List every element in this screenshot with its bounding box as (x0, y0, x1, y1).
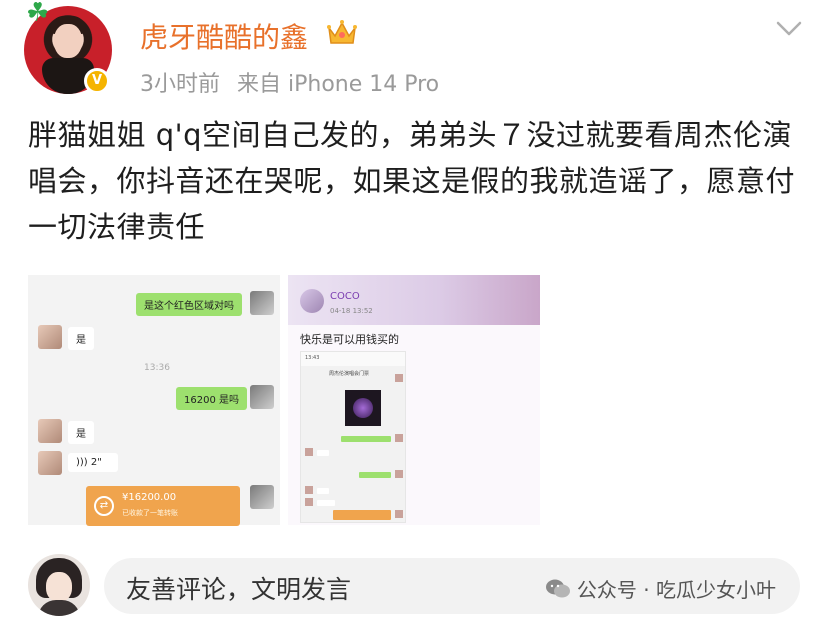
qzone-text: 快乐是可以用钱买的 (300, 333, 399, 346)
chat-avatar-other (38, 451, 62, 475)
wechat-icon (545, 579, 570, 597)
phone-mini-avatar (395, 510, 403, 518)
qzone-name: COCO (330, 291, 360, 302)
comment-placeholder: 友善评论，文明发言 (126, 575, 352, 604)
chat-bubble-received: 是 (68, 421, 94, 444)
watermark-text: 公众号 · 吃瓜少女小叶 (576, 578, 776, 602)
phone-mini-avatar (395, 434, 403, 442)
viewer-avatar-body (38, 600, 80, 616)
username[interactable]: 虎牙酷酷的鑫 (140, 16, 308, 56)
embedded-screenshot: 13:43 周杰伦演唱会门票 (300, 351, 406, 523)
phone-hero-image (345, 390, 381, 426)
avatar-face (54, 24, 82, 58)
qzone-avatar (300, 289, 324, 313)
chat-bubble-sent: 是这个红色区域对吗 (136, 293, 242, 316)
verified-badge-icon: V (84, 68, 110, 94)
comment-input[interactable]: 友善评论，文明发言 公众号 · 吃瓜少女小叶 (104, 558, 800, 614)
chat-bubble-received: 是 (68, 327, 94, 350)
comment-bar: 友善评论，文明发言 公众号 · 吃瓜少女小叶 (0, 548, 828, 621)
phone-mini-avatar (395, 374, 403, 382)
transfer-icon: ⇄ (94, 496, 114, 516)
qzone-date: 04-18 13:52 (330, 307, 373, 315)
phone-msg-received (317, 500, 335, 506)
chat-timestamp: 13:36 (144, 363, 170, 373)
phone-msg-received (317, 488, 329, 494)
post-meta: 3小时前 来自 iPhone 14 Pro (140, 66, 449, 98)
phone-title: 周杰伦演唱会门票 (329, 371, 370, 377)
viewer-avatar-face (46, 572, 72, 602)
phone-status-bar: 13:43 (301, 352, 405, 366)
chevron-down-icon[interactable] (776, 20, 802, 38)
transfer-amount: ¥16200.00 (122, 492, 177, 503)
voice-icon: ))) (76, 457, 91, 468)
phone-mini-avatar (305, 486, 313, 494)
post-time: 3小时前 (140, 72, 220, 97)
post-text: 胖猫姐姐 q'q空间自己发的，弟弟头７没过就要看周杰伦演唱会，你抖音还在哭呢，如… (28, 118, 796, 244)
phone-mini-avatar (305, 448, 313, 456)
phone-msg-sent (341, 436, 391, 442)
watermark: 公众号 · 吃瓜少女小叶 (545, 574, 776, 603)
chat-avatar-self (250, 291, 274, 315)
chat-avatar-other (38, 419, 62, 443)
qzone-header (288, 275, 540, 325)
phone-msg-received (317, 450, 329, 456)
voice-duration: 2" (90, 457, 102, 468)
chat-avatar-other (38, 325, 62, 349)
post-header: ☘ V 虎牙酷酷的鑫 3小时前 来自 iPhone 14 Pro (0, 0, 828, 110)
voice-message: ))) 2" (68, 453, 118, 472)
phone-mini-avatar (395, 470, 403, 478)
phone-time: 13:43 (305, 355, 320, 361)
phone-msg-sent (359, 472, 391, 478)
post-image-qzone[interactable]: COCO 04-18 13:52 快乐是可以用钱买的 13:43 周杰伦演唱会门… (288, 275, 540, 525)
crown-icon (327, 20, 357, 44)
transfer-subtitle: 已收款了一笔转账 (122, 509, 178, 517)
viewer-avatar[interactable] (28, 554, 90, 616)
chat-avatar-self (250, 485, 274, 509)
clover-icon: ☘ (26, 0, 50, 28)
phone-transfer-card (333, 510, 391, 520)
post-source: 来自 iPhone 14 Pro (237, 72, 440, 97)
chat-bubble-sent: 16200 是吗 (176, 387, 247, 410)
transfer-card: ⇄ ¥16200.00 已收款了一笔转账 (86, 486, 240, 526)
chat-avatar-self (250, 385, 274, 409)
phone-mini-avatar (305, 498, 313, 506)
